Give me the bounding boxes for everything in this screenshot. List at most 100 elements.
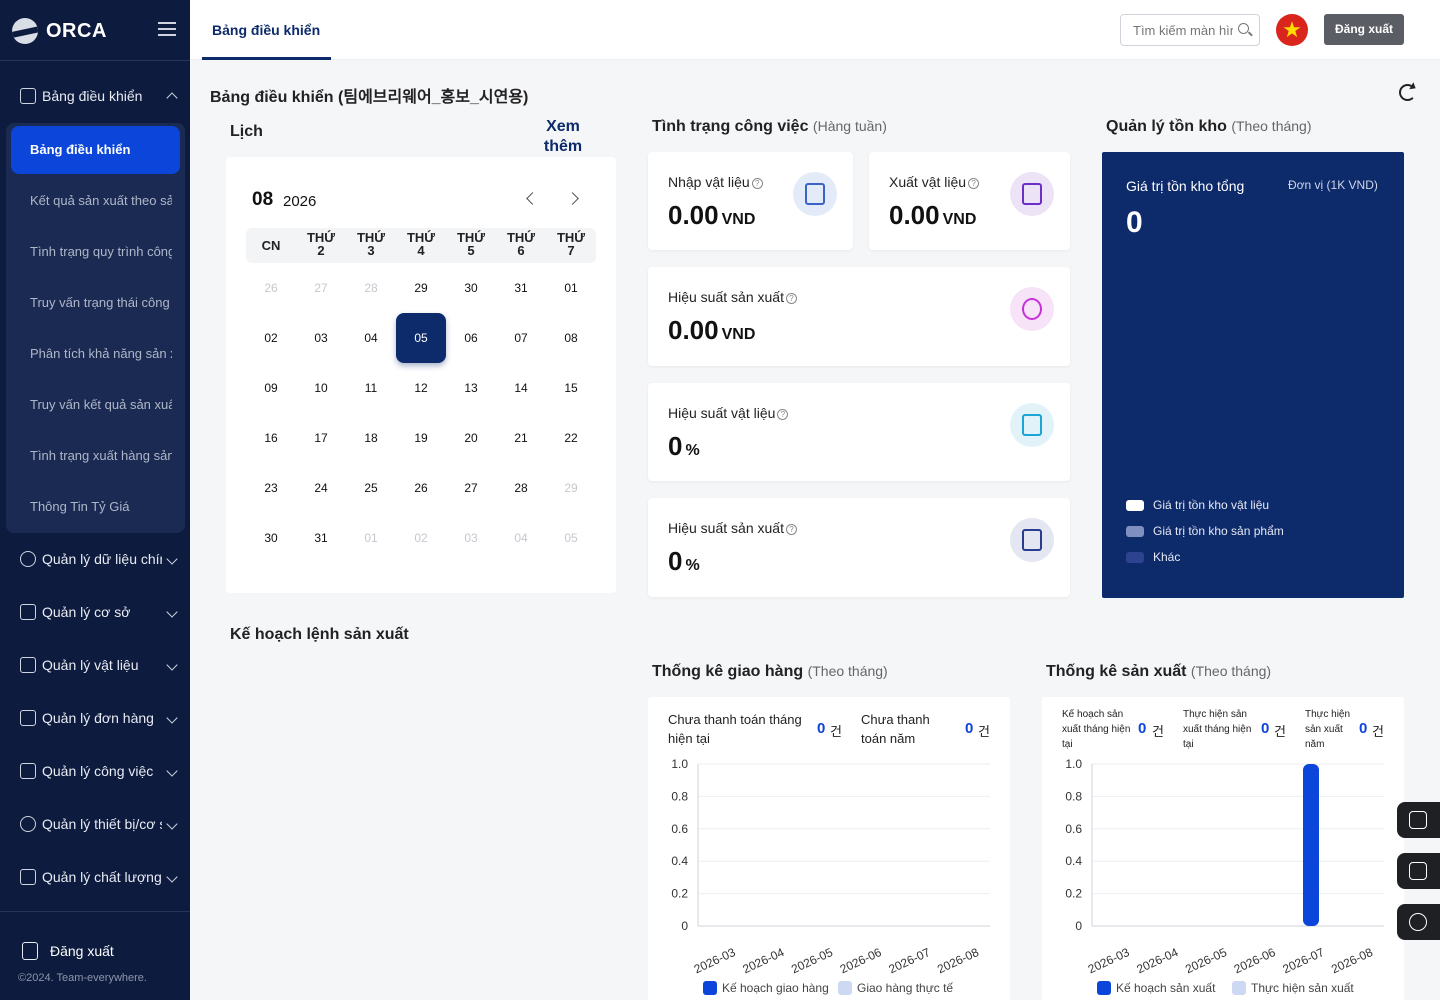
support-button[interactable] — [1397, 904, 1440, 940]
inventory-legend-material[interactable]: Giá trị tồn kho vật liệu — [1126, 498, 1269, 512]
material-perf-card[interactable]: Hiệu suất vật liệu? 0% — [648, 383, 1070, 481]
calendar-day[interactable]: 09 — [246, 363, 296, 413]
calendar-day[interactable]: 25 — [346, 463, 396, 513]
calendar-day[interactable]: 02 — [246, 313, 296, 363]
material-out-card[interactable]: Xuất vật liệu? 0.00 VND — [869, 152, 1070, 250]
submenu-item-output-query[interactable]: Truy vấn kết quả sản xuất — [30, 397, 172, 412]
gift-icon — [20, 869, 36, 885]
calendar-day[interactable]: 24 — [296, 463, 346, 513]
calendar-day[interactable]: 22 — [546, 413, 596, 463]
sidebar-item-master-data[interactable]: Quản lý dữ liệu chính — [20, 551, 180, 567]
submenu-item-exchange-rate[interactable]: Thông Tin Tỷ Giá — [30, 499, 172, 514]
chevron-left-icon[interactable] — [526, 192, 539, 205]
calendar-day[interactable]: 28 — [346, 263, 396, 313]
y-tick-label: 0 — [1075, 919, 1082, 933]
calendar-day[interactable]: 04 — [346, 313, 396, 363]
calendar-day[interactable]: 16 — [246, 413, 296, 463]
help-icon[interactable]: ? — [968, 178, 980, 189]
sidebar-item-facility[interactable]: Quản lý cơ sở — [20, 604, 180, 620]
inventory-legend-product[interactable]: Giá trị tồn kho sản phẩm — [1126, 524, 1284, 538]
calendar-day[interactable]: 26 — [396, 463, 446, 513]
card-label: Xuất vật liệu? — [889, 174, 980, 190]
calendar-day[interactable]: 23 — [246, 463, 296, 513]
submenu-item-work-status-query[interactable]: Truy vấn trạng thái công việc — [30, 295, 172, 310]
calendar-day[interactable]: 01 — [546, 263, 596, 313]
work-status-subtitle: (Hàng tuần) — [812, 118, 887, 134]
sidebar-item-quality[interactable]: Quản lý chất lượng — [20, 869, 180, 885]
manual-button[interactable] — [1397, 853, 1440, 889]
calendar-day[interactable]: 17 — [296, 413, 346, 463]
calendar-day[interactable]: 30 — [446, 263, 496, 313]
calendar-day[interactable]: 27 — [296, 263, 346, 313]
delivery-subtitle: (Theo tháng) — [807, 663, 888, 679]
calendar-day[interactable]: 31 — [496, 263, 546, 313]
calendar-day[interactable]: 21 — [496, 413, 546, 463]
material-in-card[interactable]: Nhập vật liệu? 0.00 VND — [648, 152, 853, 250]
box-icon — [1010, 403, 1054, 447]
calendar-day[interactable]: 04 — [496, 513, 546, 563]
chevron-right-icon[interactable] — [566, 192, 579, 205]
calendar-day[interactable]: 29 — [546, 463, 596, 513]
calendar-day[interactable]: 31 — [296, 513, 346, 563]
card-value: 0.00 VND — [668, 200, 755, 231]
production-perf-pct-label: Hiệu suất sản xuất — [668, 520, 784, 536]
sidebar-item-work[interactable]: Quản lý công việc — [20, 763, 180, 779]
calendar-day[interactable]: 29 — [396, 263, 446, 313]
calendar-day[interactable]: 10 — [296, 363, 346, 413]
calendar-day[interactable]: 03 — [296, 313, 346, 363]
calendar-day[interactable]: 13 — [446, 363, 496, 413]
sidebar-item-materials[interactable]: Quản lý vật liệu — [20, 657, 180, 673]
submenu-item-work-process[interactable]: Tình trạng quy trình công việc — [30, 244, 172, 259]
inventory-title: Quản lý tồn kho (Theo tháng) — [1106, 118, 1312, 136]
submenu-item-shipment-status[interactable]: Tình trạng xuất hàng sản phẩm — [30, 448, 172, 463]
calendar-day[interactable]: 11 — [346, 363, 396, 413]
chatbot-button[interactable] — [1397, 802, 1440, 838]
material-perf-label: Hiệu suất vật liệu — [668, 405, 776, 421]
calendar-day[interactable]: 19 — [396, 413, 446, 463]
calendar-day[interactable]: 02 — [396, 513, 446, 563]
calendar-day[interactable]: 27 — [446, 463, 496, 513]
card-value: 0% — [668, 431, 700, 462]
production-perf-pct-unit: % — [685, 557, 700, 574]
sidebar-item-equipment[interactable]: Quản lý thiết bị/cơ sở — [20, 816, 180, 832]
calendar-day[interactable]: 14 — [496, 363, 546, 413]
calendar-day[interactable]: 01 — [346, 513, 396, 563]
help-icon[interactable]: ? — [785, 524, 797, 535]
calendar-day[interactable]: 30 — [246, 513, 296, 563]
search-icon[interactable] — [1238, 23, 1249, 34]
refresh-icon[interactable] — [1399, 84, 1416, 101]
calendar-day[interactable]: 03 — [446, 513, 496, 563]
calendar-day[interactable]: 07 — [496, 313, 546, 363]
vietnam-flag-icon[interactable]: ★ — [1276, 14, 1308, 46]
calendar-day[interactable]: 08 — [546, 313, 596, 363]
submenu-item-dashboard[interactable]: Bảng điều khiển — [11, 126, 180, 174]
calendar-day[interactable]: 26 — [246, 263, 296, 313]
calendar-day[interactable]: 15 — [546, 363, 596, 413]
production-perf-pct-card[interactable]: Hiệu suất sản xuất? 0% — [648, 498, 1070, 597]
help-icon[interactable]: ? — [785, 293, 797, 304]
brand-logo[interactable]: ORCA — [12, 18, 107, 44]
sidebar-item-dashboard[interactable]: Bảng điều khiển — [20, 88, 180, 104]
inventory-legend-other[interactable]: Khác — [1126, 550, 1180, 564]
calendar-day[interactable]: 12 — [396, 363, 446, 413]
tab-dashboard[interactable]: Bảng điều khiển — [212, 22, 320, 38]
x-tick-label: 2026-04 — [1134, 945, 1180, 976]
calendar-day[interactable]: 28 — [496, 463, 546, 513]
sidebar-logout[interactable]: Đăng xuất — [22, 942, 114, 960]
submenu-item-capacity-analysis[interactable]: Phân tích khả năng sản xuất — [30, 346, 172, 361]
calendar-day[interactable]: 18 — [346, 413, 396, 463]
sidebar-item-orders[interactable]: Quản lý đơn hàng — [20, 710, 180, 726]
help-icon[interactable]: ? — [777, 409, 789, 420]
calendar-day-selected[interactable]: 05 — [396, 313, 446, 363]
production-perf-card[interactable]: Hiệu suất sản xuất? 0.00 VND — [648, 267, 1070, 366]
weekday-label: THỨ 3 — [356, 230, 386, 258]
hamburger-menu-icon[interactable] — [158, 22, 176, 36]
calendar-day[interactable]: 06 — [446, 313, 496, 363]
see-more-link[interactable]: Xem thêm — [538, 117, 588, 157]
production-perf-pct-value: 0 — [668, 546, 683, 576]
help-icon[interactable]: ? — [751, 178, 763, 189]
calendar-day[interactable]: 05 — [546, 513, 596, 563]
submenu-item-product-output[interactable]: Kết quả sản xuất theo sản phẩm — [30, 193, 172, 208]
calendar-day[interactable]: 20 — [446, 413, 496, 463]
logout-button[interactable]: Đăng xuất — [1324, 14, 1404, 45]
